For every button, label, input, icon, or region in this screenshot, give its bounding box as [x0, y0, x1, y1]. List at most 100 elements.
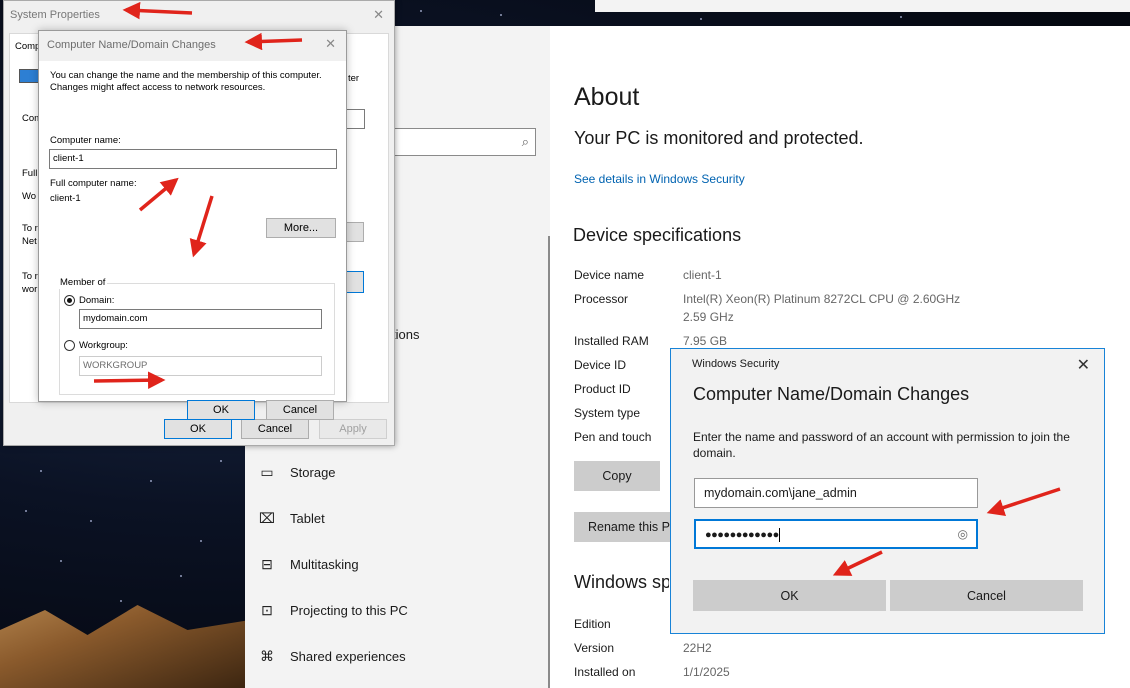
cancel-button[interactable]: Cancel	[241, 419, 309, 439]
cancel-button[interactable]: Cancel	[266, 400, 334, 420]
domain-input[interactable]: mydomain.com	[79, 309, 322, 329]
intro-text: You can change the name and the membersh…	[50, 70, 322, 93]
nav-item-label: Shared experiences	[290, 648, 406, 664]
tablet-icon: ⌧	[258, 509, 276, 526]
spec-value: 7.95 GB	[683, 334, 728, 348]
shared-experiences-icon: ⌘	[260, 647, 274, 664]
password-input[interactable]: ●●●●●●●●●●●● ◎	[694, 519, 978, 549]
app-name: Windows Security	[692, 358, 780, 370]
dialog-message: Enter the name and password of an accoun…	[693, 430, 1070, 461]
nav-item-projecting[interactable]: ⊡ Projecting to this PC	[258, 595, 408, 625]
more-button[interactable]: More...	[266, 218, 336, 238]
scrollbar[interactable]	[548, 236, 550, 688]
ok-button[interactable]: OK	[693, 580, 886, 611]
close-icon[interactable]: ✕	[373, 7, 384, 23]
star	[180, 575, 182, 577]
member-of-label: Member of	[58, 277, 108, 289]
text-cursor	[778, 528, 780, 542]
hidden-text: Net	[22, 236, 37, 247]
full-name-value: client-1	[50, 193, 81, 204]
spec-label: Device ID	[574, 358, 627, 372]
star	[150, 480, 152, 482]
nav-item-partial[interactable]: tions	[392, 327, 419, 342]
nav-item-shared-experiences[interactable]: ⌘ Shared experiences	[258, 641, 406, 671]
hidden-text: To r	[22, 223, 38, 234]
nav-item-label: Tablet	[290, 510, 325, 526]
dialog-title: Computer Name/Domain Changes	[47, 39, 216, 51]
spec-label: Device name	[574, 268, 645, 282]
spec-label: System type	[574, 406, 641, 420]
tab-computer-name[interactable]: Comp	[15, 41, 40, 52]
windows-security-link[interactable]: See details in Windows Security	[574, 172, 745, 186]
spec-label: Version	[574, 641, 615, 655]
star	[220, 460, 222, 462]
nav-item-multitasking[interactable]: ⊟ Multitasking	[258, 549, 359, 579]
full-name-label: Full computer name:	[50, 178, 137, 189]
page-title: About	[574, 83, 640, 111]
spec-value: Intel(R) Xeon(R) Platinum 8272CL CPU @ 2…	[683, 292, 961, 306]
star	[900, 16, 902, 18]
star	[420, 10, 422, 12]
star	[700, 18, 702, 20]
hidden-text: wor	[22, 284, 38, 295]
dialog-body: You can change the name and the membersh…	[39, 61, 346, 420]
ok-button[interactable]: OK	[187, 400, 255, 420]
computer-name-input[interactable]: client-1	[49, 149, 337, 169]
rename-pc-button[interactable]: Rename this P	[574, 512, 670, 542]
star	[60, 560, 62, 562]
star	[200, 540, 202, 542]
hidden-text: To r	[22, 271, 38, 282]
star	[120, 600, 122, 602]
star	[25, 510, 27, 512]
protection-status: Your PC is monitored and protected.	[574, 128, 864, 148]
workgroup-label: Workgroup:	[79, 340, 128, 351]
spec-value: client-1	[683, 268, 722, 282]
projecting-icon: ⊡	[261, 601, 273, 618]
search-icon: ⌕	[521, 134, 529, 149]
settings-titlebar	[595, 0, 1130, 12]
star	[90, 520, 92, 522]
multitasking-icon: ⊟	[261, 555, 273, 572]
hidden-text: ter	[348, 73, 360, 84]
spec-label: Product ID	[574, 382, 631, 396]
apply-button[interactable]: Apply	[319, 419, 387, 439]
settings-search-input[interactable]: ⌕	[380, 128, 536, 156]
dialog-title: System Properties	[10, 9, 100, 21]
domain-label: Domain:	[79, 295, 115, 306]
spec-label: Installed RAM	[574, 334, 649, 348]
cancel-button[interactable]: Cancel	[890, 580, 1083, 611]
close-icon[interactable]: ✕	[325, 36, 336, 52]
spec-label: Processor	[574, 292, 629, 306]
reveal-password-icon[interactable]: ◎	[958, 527, 968, 541]
spec-label: Edition	[574, 617, 611, 631]
spec-label: Pen and touch	[574, 430, 652, 444]
nav-item-tablet[interactable]: ⌧ Tablet	[258, 503, 325, 533]
nav-item-label: Multitasking	[290, 556, 359, 572]
spec-label: Installed on	[574, 665, 636, 679]
close-icon[interactable]: ✕	[1077, 355, 1090, 375]
copy-button[interactable]: Copy	[574, 461, 660, 491]
windows-security-dialog: Windows Security ✕ Computer Name/Domain …	[670, 348, 1105, 634]
workgroup-input[interactable]: WORKGROUP	[79, 356, 322, 376]
hidden-button-edge[interactable]	[347, 271, 364, 293]
hidden-input-edge	[347, 109, 365, 129]
hidden-text: Wo	[22, 191, 37, 202]
windows-specs-heading: Windows specifications	[574, 572, 669, 592]
nav-item-storage[interactable]: ▭ Storage	[258, 457, 335, 487]
star	[500, 14, 502, 16]
hidden-button-edge[interactable]	[347, 222, 364, 242]
computer-name-label: Computer name:	[50, 135, 121, 146]
ok-button[interactable]: OK	[164, 419, 232, 439]
username-input[interactable]: mydomain.com\jane_admin	[694, 478, 978, 508]
computer-name-dialog: Computer Name/Domain Changes ✕ You can c…	[38, 30, 347, 420]
star	[40, 470, 42, 472]
workgroup-radio[interactable]	[64, 340, 75, 351]
dialog-heading: Computer Name/Domain Changes	[693, 384, 970, 404]
rock-landscape	[0, 605, 250, 688]
spec-value: 1/1/2025	[683, 665, 730, 679]
spec-value: 2.59 GHz	[683, 310, 734, 324]
domain-radio[interactable]	[64, 295, 75, 306]
storage-icon: ▭	[260, 463, 274, 480]
device-specs-heading: Device specifications	[573, 225, 742, 245]
hidden-text: Full	[22, 168, 38, 179]
